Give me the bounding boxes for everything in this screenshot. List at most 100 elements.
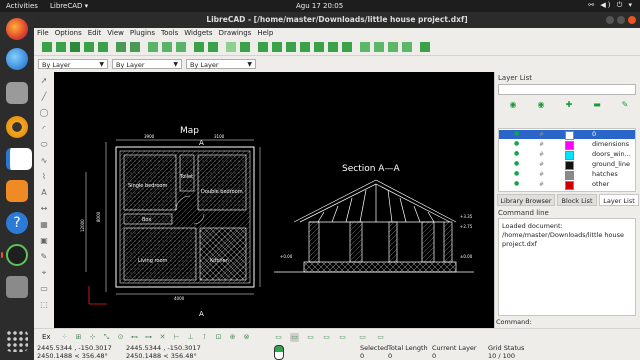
menu-options[interactable]: Options [52, 28, 85, 37]
paste-icon[interactable] [176, 42, 186, 52]
snap-center-icon[interactable] [402, 42, 412, 52]
app-menu[interactable]: LibreCAD ▾ [50, 2, 88, 10]
menu-view[interactable]: View [104, 28, 127, 37]
copy-icon[interactable] [162, 42, 172, 52]
snap-middle-icon[interactable] [388, 42, 398, 52]
image-tool-icon[interactable]: ▭ [39, 284, 49, 294]
zoom-out-icon[interactable] [286, 42, 296, 52]
view-icon-2[interactable]: ▭ [290, 333, 299, 342]
layer-lock-icon[interactable]: # [539, 180, 544, 189]
layer-visible-icon[interactable]: ● [514, 181, 520, 187]
layer-lock-icon[interactable]: # [539, 140, 544, 149]
snap-endpoints-icon[interactable]: ⊹ [88, 333, 97, 342]
drawing-canvas[interactable]: Map A A Single bedroom Toilet Double bed… [54, 72, 494, 328]
dimension-tool-icon[interactable]: ↔ [39, 204, 49, 214]
layer-row[interactable]: ● # other [499, 180, 635, 190]
circle-tool-icon[interactable]: ◯ [39, 108, 49, 118]
layer-filter-input[interactable] [498, 84, 636, 95]
relative-zero-icon[interactable]: ⊕ [228, 333, 237, 342]
layer-visible-icon[interactable]: ● [514, 141, 520, 147]
tab-layer-list[interactable]: Layer List [599, 194, 639, 206]
layer-row[interactable]: ● # ground_line [499, 160, 635, 170]
draft-icon[interactable] [240, 42, 250, 52]
modify-tool-icon[interactable]: ✎ [39, 252, 49, 262]
snap-distance-icon[interactable]: ⊶ [144, 333, 153, 342]
layer-row[interactable]: ● # doors_win... [499, 150, 635, 160]
pen-color-select[interactable]: By Layer ▼ [38, 59, 108, 69]
ellipse-tool-icon[interactable]: ⬭ [39, 140, 49, 150]
firefox-icon[interactable] [6, 18, 28, 40]
grid-toggle-icon[interactable] [226, 42, 236, 52]
menu-drawings[interactable]: Drawings [216, 28, 255, 37]
clock[interactable]: Agu 17 20:05 [296, 2, 343, 10]
minimize-button[interactable] [606, 16, 614, 24]
view-icon-6[interactable]: ▭ [358, 333, 367, 342]
snap-end-icon[interactable] [374, 42, 384, 52]
layer-row[interactable]: ● # dimensions [499, 140, 635, 150]
undo-icon[interactable] [194, 42, 204, 52]
snap-center-icon[interactable]: ⊙ [116, 333, 125, 342]
lock-relative-zero-icon[interactable]: ⊗ [242, 333, 251, 342]
restrict-nothing-icon[interactable]: ⊡ [214, 333, 223, 342]
block-tool-icon[interactable]: ▣ [39, 236, 49, 246]
print-icon[interactable] [116, 42, 126, 52]
help-icon[interactable]: ? [6, 212, 28, 234]
layer-lock-icon[interactable]: # [539, 150, 544, 159]
command-prompt[interactable]: Command: [495, 318, 640, 326]
software-icon[interactable] [6, 180, 28, 202]
layer-visible-icon[interactable]: ● [514, 161, 520, 167]
layer-lock-icon[interactable]: # [539, 160, 544, 169]
menu-help[interactable]: Help [254, 28, 276, 37]
info-tool-icon[interactable]: ⌖ [39, 268, 49, 278]
line-type-select[interactable]: By Layer ▼ [186, 59, 256, 69]
print-preview-icon[interactable] [130, 42, 140, 52]
view-icon-5[interactable]: ▭ [338, 333, 347, 342]
save-as-icon[interactable] [98, 42, 108, 52]
apps-grid-icon[interactable] [6, 330, 28, 352]
open-file-icon[interactable] [70, 42, 80, 52]
menu-edit[interactable]: Edit [85, 28, 105, 37]
layer-lock-icon[interactable]: # [539, 130, 544, 139]
view-icon-1[interactable]: ▭ [274, 333, 283, 342]
view-icon-3[interactable]: ▭ [306, 333, 315, 342]
hide-all-layers-icon[interactable]: ◉ [534, 100, 548, 110]
activities-button[interactable]: Activities [6, 2, 38, 10]
restrict-vertical-icon[interactable]: ⊥ [186, 333, 195, 342]
menu-tools[interactable]: Tools [158, 28, 181, 37]
select-window-icon[interactable]: ⬚ [39, 300, 49, 310]
snap-grid-icon[interactable] [360, 42, 370, 52]
cad-drawing[interactable]: Map A A Single bedroom Toilet Double bed… [54, 72, 494, 328]
layer-visible-icon[interactable]: ● [514, 151, 520, 157]
tab-library-browser[interactable]: Library Browser [497, 194, 555, 206]
thunderbird-icon[interactable] [6, 48, 28, 70]
zoom-previous-icon[interactable] [314, 42, 324, 52]
snap-free-icon[interactable]: ⁘ [60, 333, 69, 342]
redraw-icon[interactable] [258, 42, 268, 52]
edit-layer-icon[interactable]: ✎ [618, 100, 632, 110]
text-tool-icon[interactable]: A [39, 188, 49, 198]
snap-on-entity-icon[interactable]: ⤡ [102, 333, 111, 342]
new-file-icon[interactable] [42, 42, 52, 52]
layer-lock-icon[interactable]: # [539, 170, 544, 179]
snap-grid-icon[interactable]: ⊞ [74, 333, 83, 342]
remove-layer-icon[interactable]: ▬ [590, 100, 604, 110]
zoom-pan-icon[interactable] [342, 42, 352, 52]
pen-width-select[interactable]: By Layer ▼ [112, 59, 182, 69]
snap-intersection-icon[interactable]: ✕ [158, 333, 167, 342]
writer-icon[interactable] [6, 148, 32, 170]
restrict-horizontal-icon[interactable]: ⊢ [172, 333, 181, 342]
spline-tool-icon[interactable]: ∿ [39, 156, 49, 166]
layer-row[interactable]: ● #0 [499, 130, 635, 140]
maximize-button[interactable] [617, 16, 625, 24]
layer-visible-icon[interactable]: ● [514, 131, 520, 137]
menu-file[interactable]: File [34, 28, 52, 37]
layer-row[interactable]: ● # hatches [499, 170, 635, 180]
tab-block-list[interactable]: Block List [557, 194, 597, 206]
rhythmbox-icon[interactable] [6, 116, 28, 138]
close-button[interactable] [628, 16, 636, 24]
menu-widgets[interactable]: Widgets [181, 28, 215, 37]
snap-middle-icon[interactable]: ⊷ [130, 333, 139, 342]
block-icon[interactable] [420, 42, 430, 52]
arc-tool-icon[interactable]: ◜ [39, 124, 49, 134]
view-icon-4[interactable]: ▭ [322, 333, 331, 342]
